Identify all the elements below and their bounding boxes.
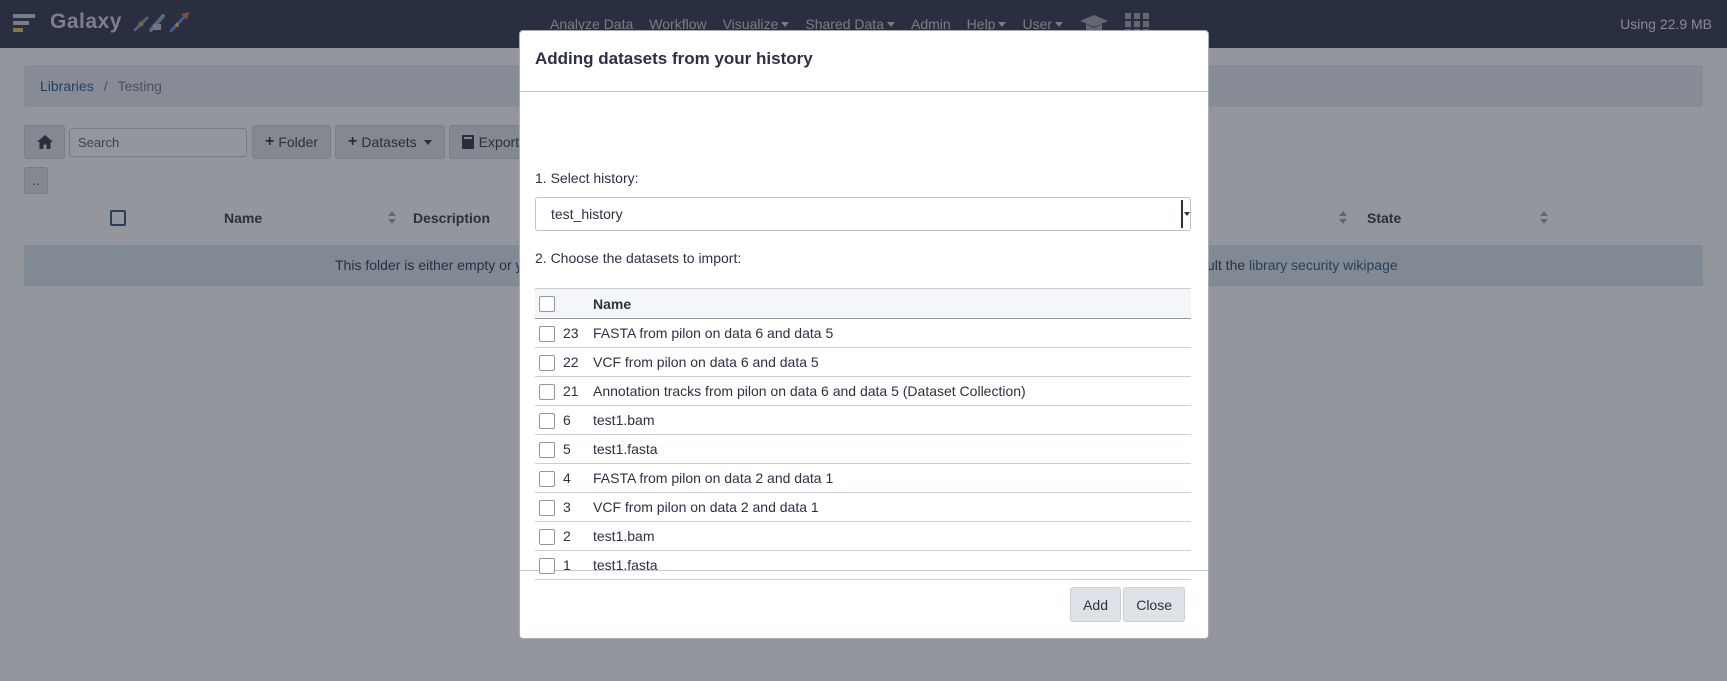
dataset-hid: 5 bbox=[559, 434, 593, 464]
select-arrow-icon[interactable] bbox=[1181, 200, 1190, 228]
close-button[interactable]: Close bbox=[1123, 587, 1185, 622]
table-row[interactable]: 4 FASTA from pilon on data 2 and data 1 bbox=[535, 463, 1191, 493]
dataset-hid: 22 bbox=[559, 347, 593, 377]
dataset-hid: 2 bbox=[559, 521, 593, 551]
column-name: Name bbox=[593, 288, 1191, 319]
add-datasets-modal: Adding datasets from your history 1. Sel… bbox=[519, 30, 1209, 639]
dataset-hid: 4 bbox=[559, 463, 593, 493]
dataset-checkbox[interactable] bbox=[539, 528, 555, 545]
modal-title: Adding datasets from your history bbox=[535, 49, 813, 68]
dataset-hid: 21 bbox=[559, 376, 593, 406]
datasets-table: Name 23 FASTA from pilon on data 6 and d… bbox=[535, 288, 1191, 580]
dataset-hid: 6 bbox=[559, 405, 593, 435]
dataset-name: test1.fasta bbox=[593, 434, 1191, 464]
history-select[interactable]: test_history bbox=[535, 197, 1191, 231]
table-row[interactable]: 5 test1.fasta bbox=[535, 434, 1191, 464]
table-row[interactable]: 3 VCF from pilon on data 2 and data 1 bbox=[535, 492, 1191, 522]
dataset-checkbox[interactable] bbox=[539, 412, 555, 429]
dataset-name: test1.bam bbox=[593, 521, 1191, 551]
history-select-value: test_history bbox=[551, 206, 623, 222]
dataset-name: FASTA from pilon on data 2 and data 1 bbox=[593, 463, 1191, 493]
dataset-hid: 23 bbox=[559, 318, 593, 348]
dataset-name: VCF from pilon on data 6 and data 5 bbox=[593, 347, 1191, 377]
dataset-checkbox[interactable] bbox=[539, 325, 555, 342]
modal-header: Adding datasets from your history bbox=[520, 31, 1208, 92]
table-header-row: Name bbox=[535, 288, 1191, 319]
table-row[interactable]: 21 Annotation tracks from pilon on data … bbox=[535, 376, 1191, 406]
dataset-checkbox[interactable] bbox=[539, 441, 555, 458]
table-row[interactable]: 23 FASTA from pilon on data 6 and data 5 bbox=[535, 318, 1191, 348]
dataset-name: VCF from pilon on data 2 and data 1 bbox=[593, 492, 1191, 522]
dataset-checkbox[interactable] bbox=[539, 470, 555, 487]
dataset-hid: 3 bbox=[559, 492, 593, 522]
choose-datasets-label: 2. Choose the datasets to import: bbox=[535, 250, 742, 266]
dataset-checkbox[interactable] bbox=[539, 499, 555, 516]
dataset-name: test1.bam bbox=[593, 405, 1191, 435]
dataset-name: Annotation tracks from pilon on data 6 a… bbox=[593, 376, 1191, 406]
modal-footer: Add Close bbox=[520, 571, 1208, 638]
add-button[interactable]: Add bbox=[1070, 587, 1121, 622]
select-all-datasets-checkbox[interactable] bbox=[539, 296, 555, 313]
dataset-checkbox[interactable] bbox=[539, 354, 555, 371]
dataset-name: FASTA from pilon on data 6 and data 5 bbox=[593, 318, 1191, 348]
table-row[interactable]: 2 test1.bam bbox=[535, 521, 1191, 551]
modal-body: 1. Select history: test_history 2. Choos… bbox=[520, 92, 1208, 580]
dataset-checkbox[interactable] bbox=[539, 383, 555, 400]
table-row[interactable]: 6 test1.bam bbox=[535, 405, 1191, 435]
table-row[interactable]: 22 VCF from pilon on data 6 and data 5 bbox=[535, 347, 1191, 377]
select-history-label: 1. Select history: bbox=[535, 170, 639, 186]
